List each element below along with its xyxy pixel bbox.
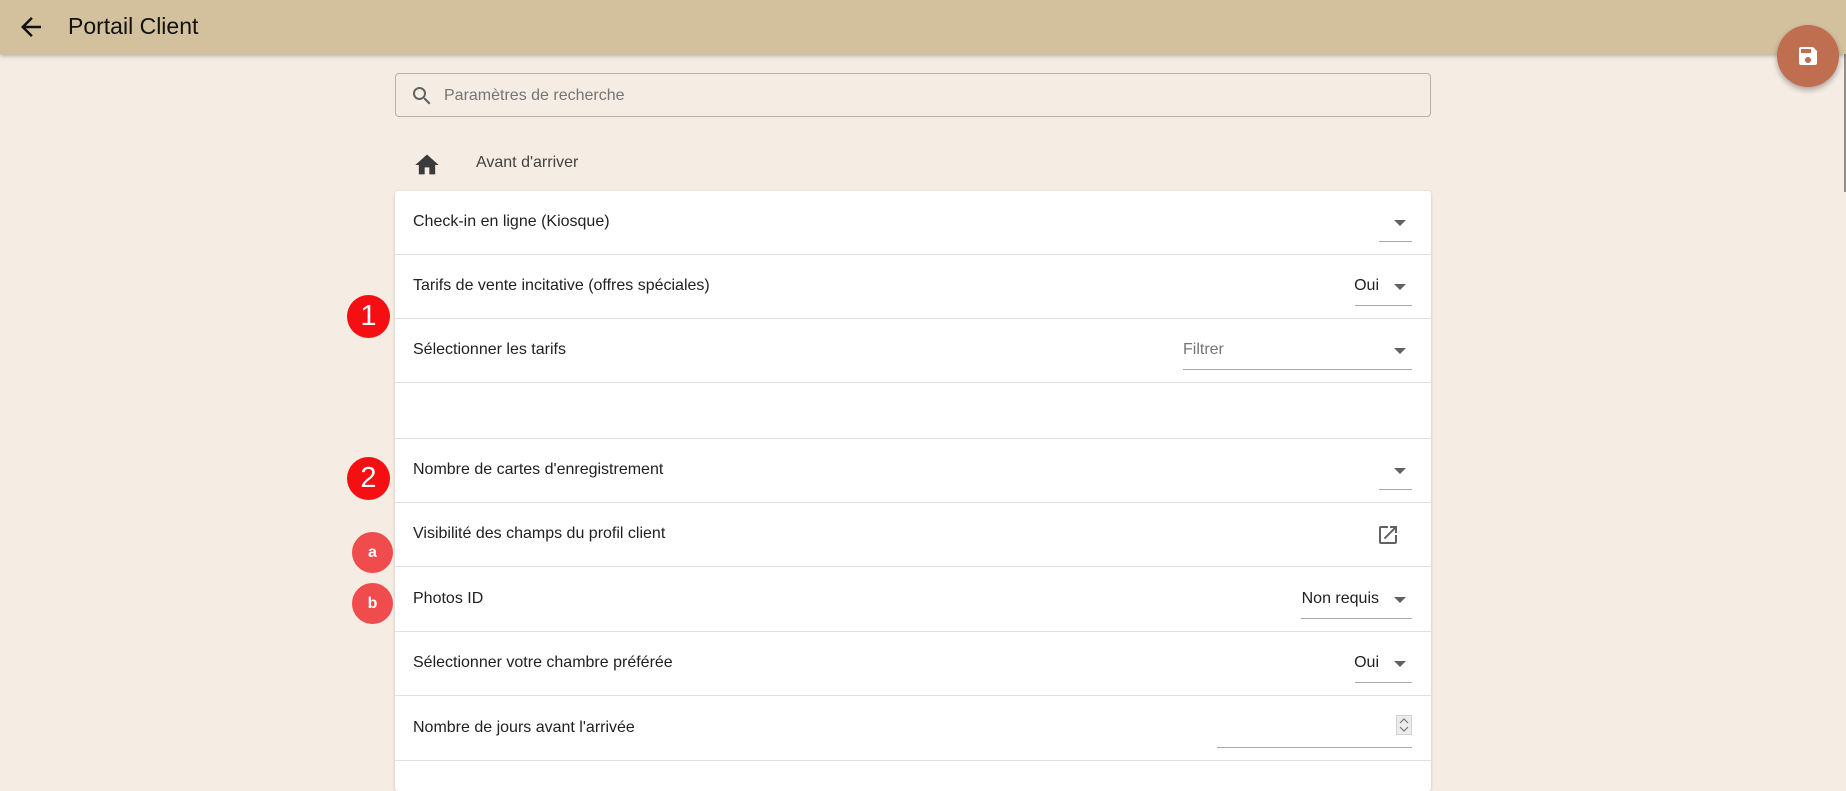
open-in-new-icon[interactable] — [1376, 523, 1400, 547]
rates-filter-select[interactable]: Filtrer — [1183, 332, 1412, 370]
home-icon — [415, 154, 439, 175]
chevron-down-icon — [1394, 661, 1406, 667]
days-label: Nombre de jours avant l'arrivée — [413, 719, 635, 736]
page-title: Portail Client — [68, 13, 199, 39]
callout-marker-1: 1 — [347, 295, 390, 338]
callout-marker-2: 2 — [347, 457, 390, 500]
checkin-label: Check-in en ligne (Kiosque) — [413, 213, 610, 230]
setting-row-checkin: Check-in en ligne (Kiosque) — [395, 191, 1431, 255]
setting-row-rates: Sélectionner les tarifs Filtrer — [395, 319, 1431, 383]
breadcrumb[interactable]: Avant d'arriver — [476, 154, 578, 172]
room-select[interactable]: Oui — [1354, 645, 1412, 683]
search-input[interactable] — [442, 74, 1416, 118]
home-button[interactable] — [413, 151, 441, 184]
empty-row — [395, 383, 1431, 439]
cards-label: Nombre de cartes d'enregistrement — [413, 461, 664, 478]
rates-label: Sélectionner les tarifs — [413, 341, 566, 358]
search-field[interactable] — [395, 73, 1431, 118]
arrow-back-icon — [21, 17, 41, 37]
callout-marker-b: b — [352, 583, 393, 624]
chevron-down-icon — [1394, 284, 1406, 290]
app-bar: Portail Client — [0, 0, 1846, 54]
photos-value: Non requis — [1301, 590, 1379, 607]
chevron-down-icon — [1394, 468, 1406, 474]
save-icon — [1799, 47, 1817, 65]
chevron-down-icon — [1394, 220, 1406, 226]
visibility-label: Visibilité des champs du profil client — [413, 525, 666, 542]
upsell-value: Oui — [1354, 277, 1379, 294]
room-label: Sélectionner votre chambre préférée — [413, 654, 673, 671]
rates-filter-placeholder: Filtrer — [1183, 341, 1224, 358]
setting-row-cards: Nombre de cartes d'enregistrement — [395, 439, 1431, 503]
setting-row-upsell: Tarifs de vente incitative (offres spéci… — [395, 255, 1431, 319]
upsell-label: Tarifs de vente incitative (offres spéci… — [413, 277, 710, 294]
settings-card: Check-in en ligne (Kiosque) Tarifs de ve… — [395, 191, 1431, 791]
upsell-select[interactable]: Oui — [1354, 268, 1412, 306]
callout-marker-a: a — [352, 532, 393, 573]
days-number-input[interactable] — [1217, 710, 1412, 748]
spinner-arrows-icon — [1399, 718, 1409, 732]
back-button[interactable] — [16, 12, 46, 42]
setting-row-room: Sélectionner votre chambre préférée Oui — [395, 632, 1431, 696]
setting-row-days: Nombre de jours avant l'arrivée — [395, 696, 1431, 761]
checkin-select[interactable] — [1379, 204, 1412, 242]
setting-row-photos: Photos ID Non requis — [395, 567, 1431, 632]
photos-label: Photos ID — [413, 590, 484, 607]
chevron-down-icon — [1394, 348, 1406, 354]
chevron-down-icon — [1394, 597, 1406, 603]
setting-row-visibility: Visibilité des champs du profil client — [395, 503, 1431, 567]
room-value: Oui — [1354, 654, 1379, 671]
save-button[interactable] — [1777, 25, 1839, 87]
number-spinner[interactable] — [1396, 715, 1412, 735]
cards-select[interactable] — [1379, 452, 1412, 490]
search-icon — [413, 87, 431, 105]
photos-select[interactable]: Non requis — [1301, 581, 1412, 619]
